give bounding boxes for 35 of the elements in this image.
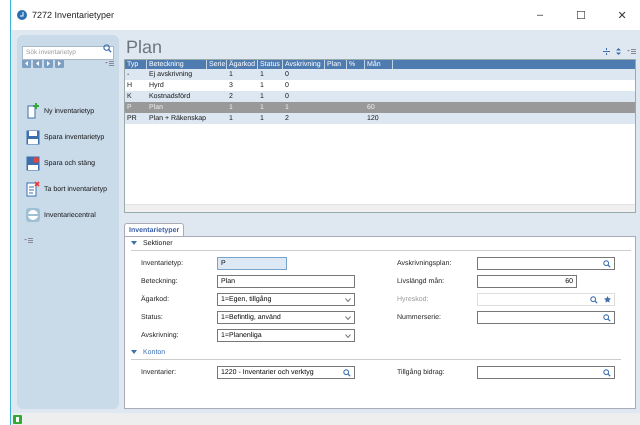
caret-icon[interactable] bbox=[345, 316, 351, 320]
menu-icon[interactable] bbox=[24, 238, 33, 243]
caret-icon[interactable] bbox=[345, 334, 351, 338]
document-delete-icon bbox=[26, 181, 40, 197]
close-button[interactable]: ✕ bbox=[604, 0, 640, 30]
right-arrow-icon bbox=[57, 61, 62, 66]
menu-icon[interactable] bbox=[627, 49, 636, 54]
horizontal-scrollbar[interactable] bbox=[125, 204, 635, 212]
caret-icon bbox=[131, 350, 137, 355]
new-document-icon bbox=[26, 103, 40, 119]
search-icon[interactable] bbox=[103, 44, 112, 53]
minimize-button[interactable]: – bbox=[522, 0, 558, 30]
page-heading: Plan bbox=[126, 37, 162, 57]
caret-icon[interactable] bbox=[345, 298, 351, 302]
caret-icon bbox=[131, 241, 137, 246]
input-field[interactable] bbox=[477, 311, 615, 324]
input-field[interactable] bbox=[477, 366, 615, 379]
expand-icon[interactable] bbox=[615, 48, 622, 55]
collapse-icon[interactable] bbox=[603, 48, 610, 55]
search-icon[interactable] bbox=[343, 368, 351, 376]
menu-icon[interactable] bbox=[105, 61, 114, 66]
search-icon[interactable] bbox=[590, 296, 598, 304]
left-arrow-icon bbox=[35, 61, 40, 66]
search-icon[interactable] bbox=[603, 368, 611, 376]
search-icon[interactable] bbox=[603, 260, 611, 268]
window-title: 7272 Inventarietyper bbox=[32, 10, 116, 20]
search-icon[interactable] bbox=[603, 314, 611, 322]
right-arrow-icon bbox=[46, 61, 51, 66]
globe-icon bbox=[26, 208, 40, 222]
star-icon[interactable] bbox=[604, 296, 611, 302]
left-arrow-icon bbox=[24, 61, 29, 66]
maximize-button[interactable]: ☐ bbox=[563, 0, 599, 30]
input-field[interactable] bbox=[477, 257, 615, 270]
app-logo-icon bbox=[17, 10, 27, 20]
status-icon bbox=[13, 414, 22, 424]
